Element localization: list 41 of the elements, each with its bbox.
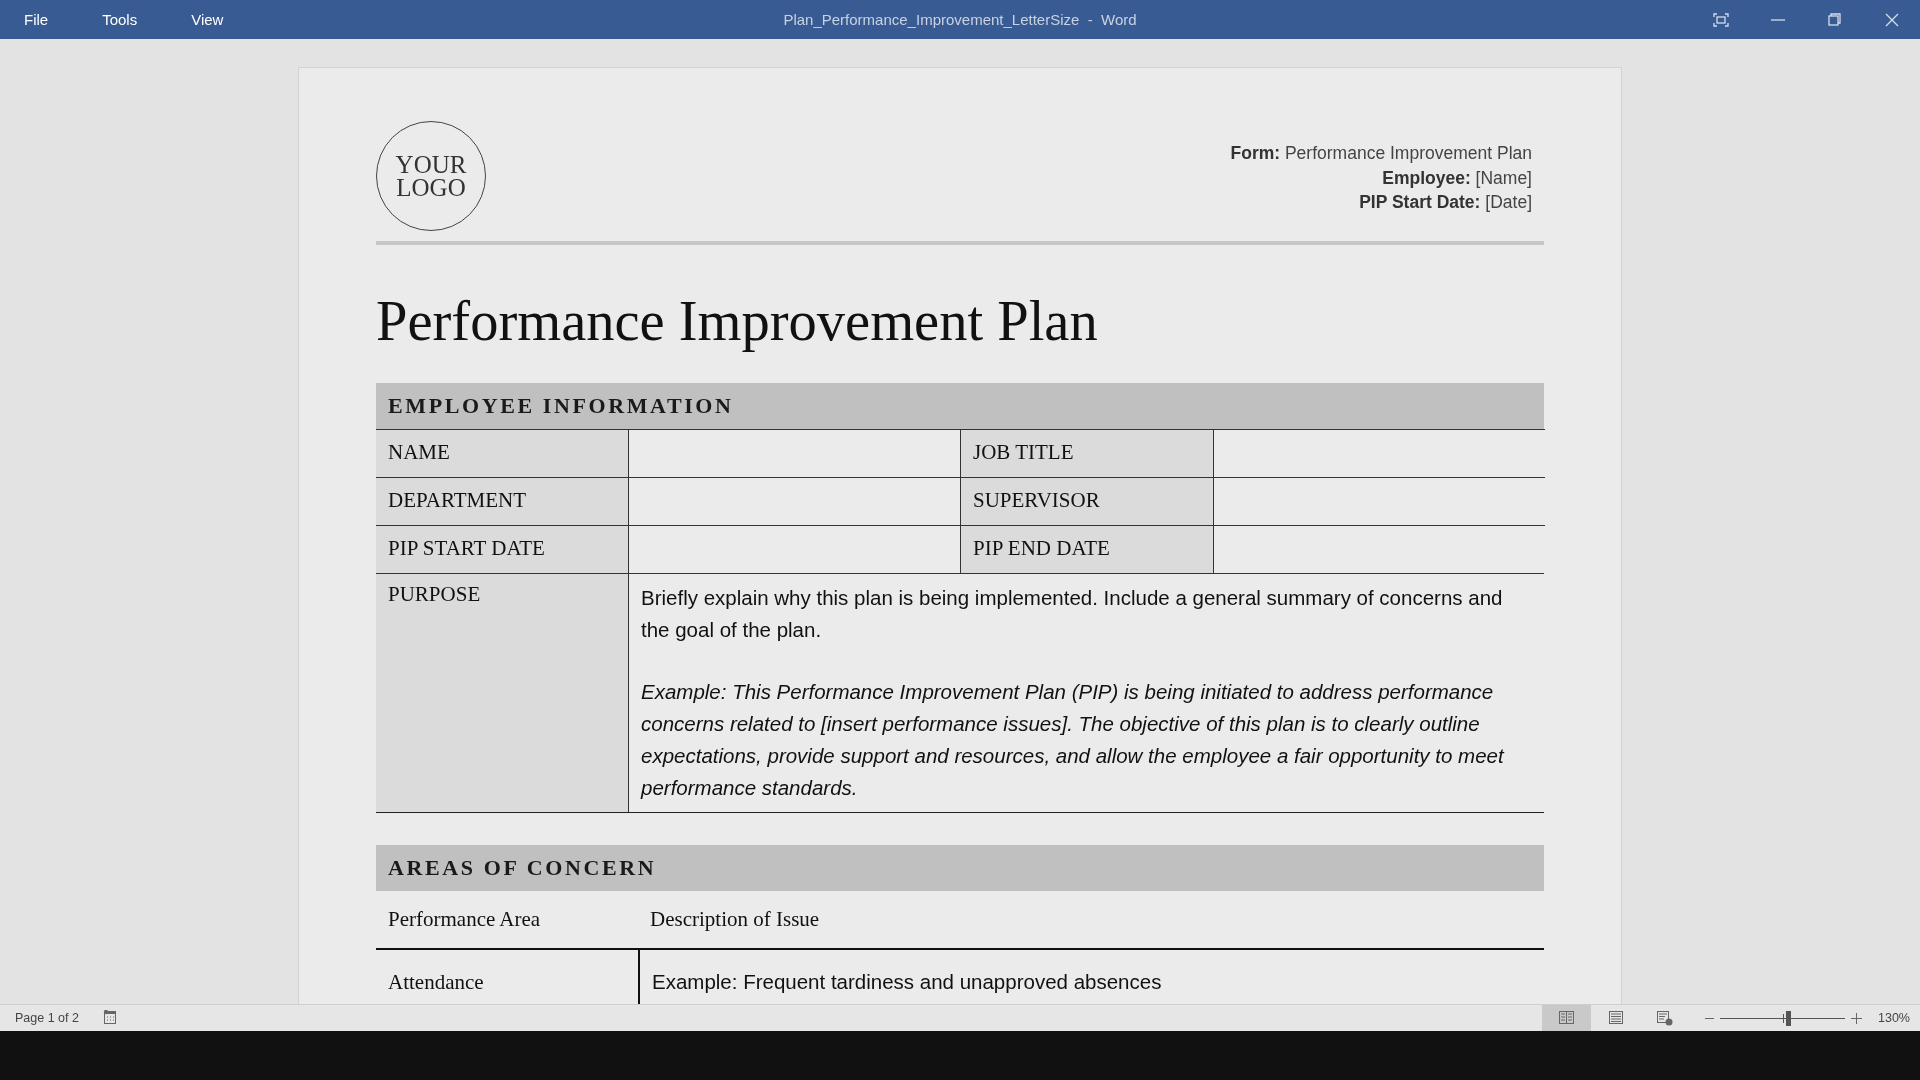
zoom-level: 130% <box>1878 1011 1910 1025</box>
label-cell: PIP END DATE <box>960 525 1213 573</box>
label-cell: NAME <box>376 429 628 477</box>
column-header: Description of Issue <box>649 907 821 932</box>
input-cell[interactable] <box>1213 429 1545 477</box>
web-layout-icon <box>1656 1010 1673 1026</box>
calendar-icon <box>102 1009 117 1024</box>
label-cell: PURPOSE <box>376 574 628 812</box>
example-paragraph: Example: This Performance Improvement Plan (PIP) is being initiated to address performance concerns related to [insert performance issues]. The objective of this plan is to clearly outline expectations, provide support and resources, and allow the employee a fair opportunity to meet performance standards. <box>641 679 1506 801</box>
menu-item[interactable]: Tools <box>94 5 146 34</box>
view-button[interactable] <box>1542 1005 1591 1031</box>
label-cell: SUPERVISOR <box>960 477 1213 525</box>
input-cell[interactable] <box>1213 477 1545 525</box>
column-header: Performance Area <box>387 907 542 932</box>
document-title: Performance Improvement Plan <box>376 289 1099 353</box>
zoom-slider[interactable] <box>1720 1010 1845 1026</box>
input-cell[interactable] <box>1213 525 1545 573</box>
section-title: AREAS OF CONCERN <box>388 855 657 881</box>
header-field: Form: Performance Improvement Plan <box>1230 141 1532 166</box>
read-mode-icon <box>1558 1010 1575 1026</box>
slider-thumb[interactable] <box>1785 1010 1791 1026</box>
header-field: Employee: [Name] <box>1230 165 1532 190</box>
window-title: Plan_Performance_Improvement_LetterSize - Word <box>783 10 1137 28</box>
logo-text: YOUR <box>395 153 467 176</box>
restore-icon[interactable] <box>1828 13 1841 26</box>
menu-item[interactable]: File <box>16 5 57 34</box>
table-cell-text: Attendance <box>387 969 485 996</box>
label-cell: DEPARTMENT <box>376 477 628 525</box>
logo-text: LOGO <box>396 176 466 199</box>
header-field: PIP Start Date: [Date] <box>1230 190 1532 215</box>
print-layout-icon <box>1607 1010 1624 1026</box>
instruction-paragraph: Briefly explain why this plan is being implemented. Include a general summary of concerns and the goal of the plan. <box>641 585 1504 643</box>
minimize-icon[interactable] <box>1770 18 1785 21</box>
label-cell: PIP START DATE <box>376 525 628 573</box>
section-title: EMPLOYEE INFORMATION <box>388 393 734 419</box>
focus-mode-icon[interactable] <box>1712 12 1729 27</box>
label-cell: JOB TITLE <box>960 429 1213 477</box>
zoom-in-icon[interactable] <box>1851 1012 1862 1024</box>
menu-item[interactable]: View <box>183 5 232 34</box>
close-icon[interactable] <box>1884 12 1899 27</box>
page-count: Page 1 of 2 <box>15 1011 79 1025</box>
